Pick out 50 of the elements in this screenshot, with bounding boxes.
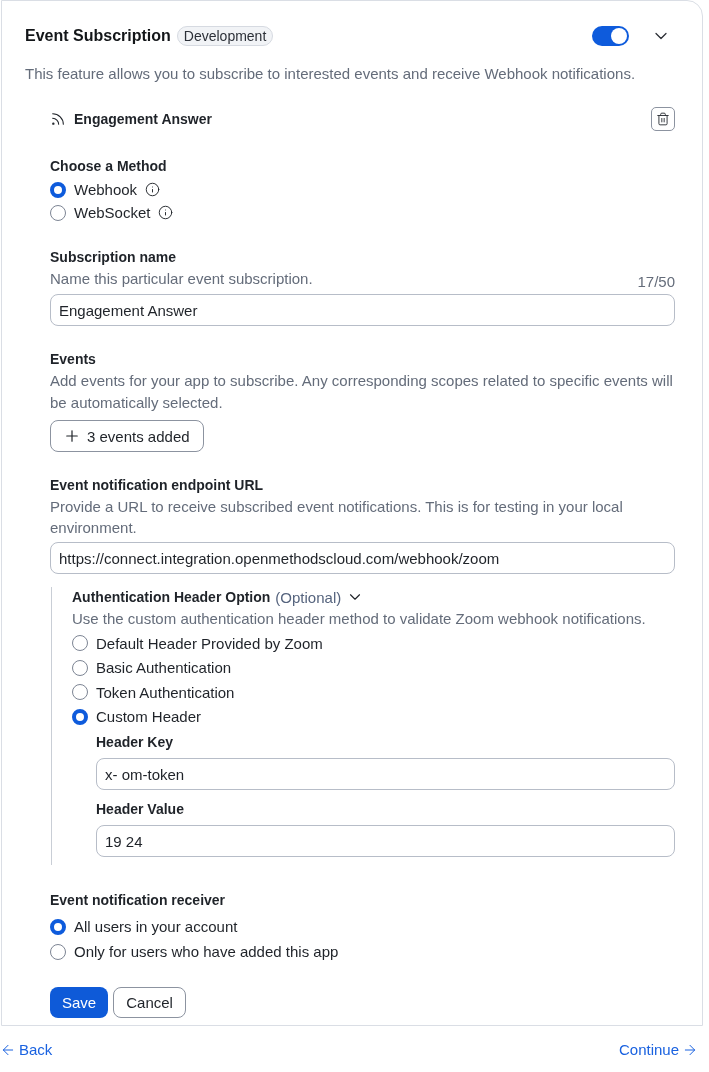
- field-label: Header Key: [96, 733, 175, 752]
- field-hint: Name this particular event subscription.: [50, 269, 313, 289]
- radio-label[interactable]: All users in your account: [74, 918, 238, 935]
- radio-button[interactable]: [50, 204, 66, 221]
- radio-label[interactable]: Basic Authentication: [96, 659, 232, 677]
- back-link[interactable]: Back: [0, 1041, 53, 1058]
- field-label: Header Value: [96, 800, 185, 819]
- rss-icon: [50, 111, 66, 127]
- text-field[interactable]: Engagement Answer: [50, 294, 675, 326]
- field-label: Subscription name: [50, 248, 178, 267]
- radio-button[interactable]: [72, 708, 88, 725]
- save-button[interactable]: Save: [50, 987, 109, 1018]
- field-hint: Add events for your app to subscribe. Any corresponding scopes related to specific events will be automatically selected.: [50, 371, 674, 413]
- add-events-button[interactable]: 3 events added: [50, 420, 204, 452]
- section-description: This feature allows you to subscribe to interested events and receive Webhook notifications.: [25, 64, 637, 84]
- plus-icon: [63, 427, 81, 445]
- radio-button[interactable]: [50, 918, 66, 935]
- section-title: Event Subscription: [25, 27, 171, 45]
- trash-icon: [656, 112, 670, 126]
- radio-label[interactable]: Webhook: [74, 181, 138, 198]
- text-field[interactable]: 19 24: [96, 825, 675, 857]
- radio-label[interactable]: Token Authentication: [96, 683, 235, 701]
- character-counter: 17/50: [637, 272, 675, 292]
- url-field[interactable]: https://connect.integration.openmethodscloud.com/webhook/zoom: [50, 542, 675, 574]
- radio-label[interactable]: WebSocket: [74, 204, 151, 221]
- subscription-title: Engagement Answer: [74, 111, 213, 127]
- radio-button[interactable]: [50, 181, 66, 198]
- cancel-button[interactable]: Cancel: [113, 987, 186, 1018]
- info-icon[interactable]: [158, 205, 174, 220]
- section-subtitle: Authentication Header Option: [72, 589, 271, 605]
- radio-label[interactable]: Custom Header: [96, 708, 202, 726]
- field-label: Event notification receiver: [50, 891, 227, 910]
- environment-tag: Development: [176, 26, 274, 46]
- field-label: Events: [50, 350, 97, 369]
- text-field[interactable]: x- om-token: [96, 758, 675, 790]
- continue-link[interactable]: Continue: [618, 1041, 698, 1058]
- radio-button[interactable]: [72, 659, 88, 676]
- info-icon[interactable]: [145, 182, 161, 197]
- radio-button[interactable]: [72, 635, 88, 652]
- field-hint: Use the custom authentication header method to validate Zoom webhook notifications.: [72, 609, 647, 629]
- field-label: Event notification endpoint URL: [50, 476, 265, 495]
- radio-label[interactable]: Default Header Provided by Zoom: [96, 634, 323, 652]
- field-hint: Provide a URL to receive subscribed event notifications. This is for testing in your local environment.: [50, 497, 624, 538]
- field-label: Choose a Method: [50, 157, 168, 176]
- optional-note: (Optional): [275, 588, 342, 606]
- delete-button[interactable]: [651, 107, 675, 131]
- radio-label[interactable]: Only for users who have added this app: [74, 943, 339, 960]
- radio-button[interactable]: [72, 684, 88, 701]
- radio-button[interactable]: [50, 943, 66, 960]
- toggle-switch[interactable]: [592, 26, 629, 46]
